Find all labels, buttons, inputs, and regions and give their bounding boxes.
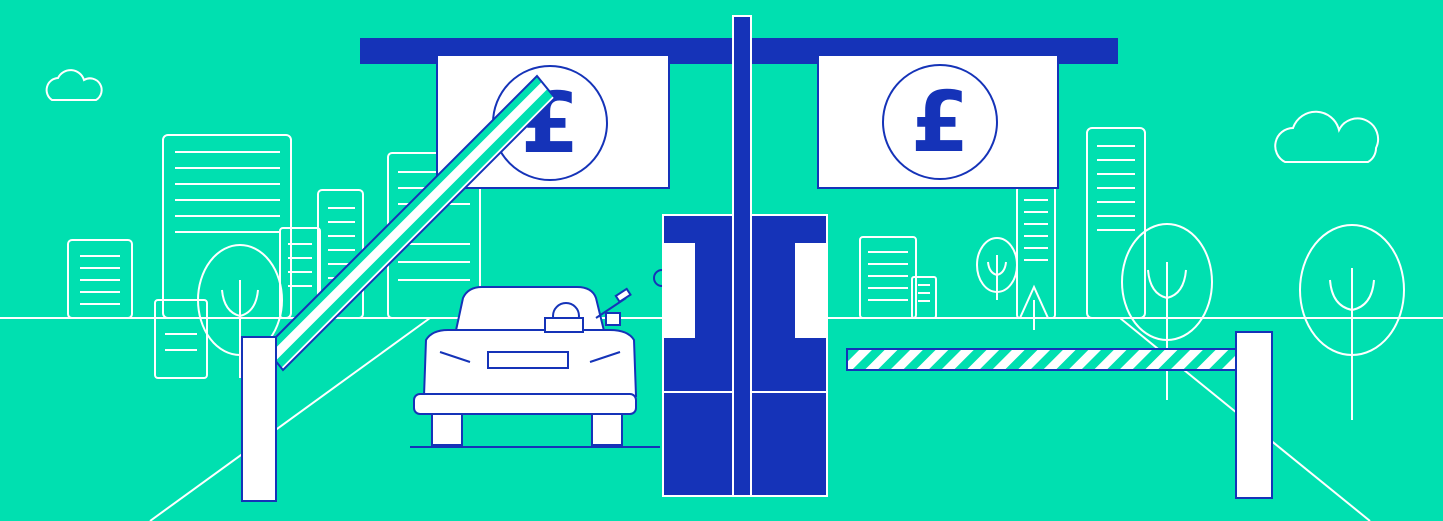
gantry-pole bbox=[732, 15, 752, 497]
toll-plaza-illustration: £ £ bbox=[0, 0, 1443, 521]
toll-sign-right: £ bbox=[817, 54, 1059, 189]
pound-symbol-right: £ bbox=[911, 73, 969, 171]
barrier-post-right bbox=[1235, 331, 1273, 499]
barrier-post-left bbox=[241, 336, 277, 502]
